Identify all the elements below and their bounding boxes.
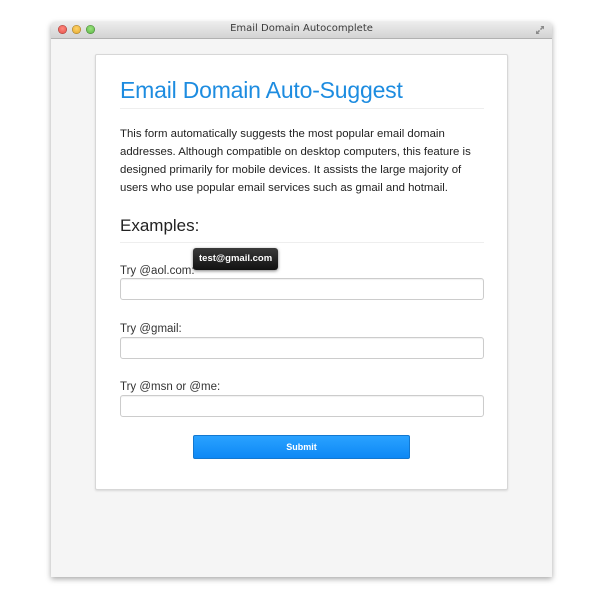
- submit-button[interactable]: Submit: [193, 435, 410, 459]
- page-description: This form automatically suggests the mos…: [120, 128, 471, 194]
- browser-window: Email Domain Autocomplete Email Domain A…: [51, 22, 552, 577]
- title-divider: [120, 108, 484, 109]
- examples-divider: [120, 242, 484, 243]
- form-card: Email Domain Auto-Suggest This form auto…: [95, 54, 508, 490]
- aol-field-label: Try @aol.com:: [120, 265, 195, 277]
- fullscreen-icon[interactable]: [535, 25, 545, 35]
- msn-email-input[interactable]: [120, 395, 484, 417]
- page-title: Email Domain Auto-Suggest: [120, 77, 403, 103]
- title-bar[interactable]: Email Domain Autocomplete: [51, 22, 552, 39]
- examples-heading: Examples:: [120, 216, 200, 235]
- window-title: Email Domain Autocomplete: [230, 23, 373, 34]
- aol-email-input[interactable]: [120, 278, 484, 300]
- gmail-field-label: Try @gmail:: [120, 323, 182, 335]
- msn-field-label: Try @msn or @me:: [120, 381, 221, 393]
- email-suggestion-tooltip[interactable]: test@gmail.com: [193, 248, 279, 270]
- gmail-email-input[interactable]: [120, 337, 484, 359]
